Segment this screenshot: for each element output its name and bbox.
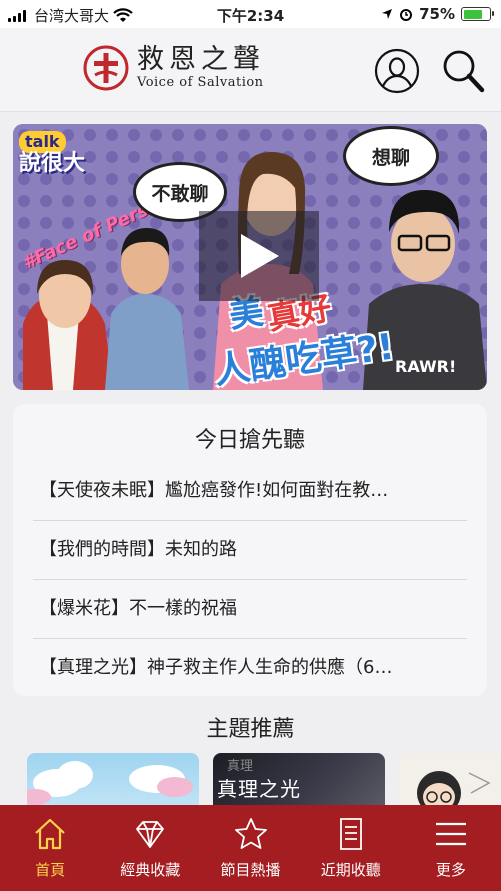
battery-percent: 75% — [419, 5, 455, 23]
search-button[interactable] — [440, 48, 486, 94]
cross-logo-icon — [83, 45, 129, 91]
home-icon — [35, 818, 65, 850]
today-heading: 今日搶先聽 — [194, 428, 305, 453]
menu-icon — [435, 822, 466, 846]
today-first-listen-card: 今日搶先聽 【天使夜未眠】尷尬癌發作!如何面對在教… 【我們的時間】未知的路 【… — [13, 404, 487, 696]
topic-card[interactable] — [27, 753, 199, 805]
today-list: 【天使夜未眠】尷尬癌發作!如何面對在教… 【我們的時間】未知的路 【爆米花】不一… — [33, 462, 467, 698]
play-button[interactable] — [199, 211, 319, 301]
tab-label: 更多 — [435, 861, 466, 879]
status-bar: 台湾大哥大 下午2:34 75% — [0, 0, 501, 28]
search-icon — [443, 50, 485, 93]
tab-more[interactable]: 更多 — [401, 805, 501, 891]
tab-recent[interactable]: 近期收聽 — [301, 805, 401, 891]
list-item[interactable]: 【我們的時間】未知的路 — [33, 521, 467, 580]
status-right: 75% — [381, 5, 494, 23]
topics-heading: 主題推薦 — [206, 717, 295, 742]
list-document-icon — [339, 818, 362, 850]
topic-card[interactable] — [399, 753, 501, 805]
user-icon — [374, 48, 420, 94]
topic-card-subtitle: 真理 — [227, 759, 254, 774]
tab-classics[interactable]: 經典收藏 — [100, 805, 200, 891]
battery-fill — [463, 9, 483, 19]
location-icon — [382, 9, 393, 19]
app-title-zh: 救恩之聲 — [137, 44, 265, 75]
list-item[interactable]: 【天使夜未眠】尷尬癌發作!如何面對在教… — [33, 462, 467, 521]
tab-label: 經典收藏 — [120, 861, 181, 879]
tab-label: 首頁 — [35, 861, 66, 879]
program-brand: talk 說很大 — [19, 130, 85, 175]
play-icon — [241, 234, 279, 278]
tab-hot-programs[interactable]: 節目熱播 — [200, 805, 300, 891]
app-logo[interactable]: 救恩之聲 Voice of Salvation — [83, 45, 265, 91]
brand-talk-label: talk — [19, 131, 66, 153]
list-item[interactable]: 【爆米花】不一樣的祝福 — [33, 580, 467, 639]
tab-label: 近期收聽 — [320, 861, 381, 879]
alarm-icon — [400, 9, 413, 21]
speech-bubble-right: 想聊 — [343, 126, 439, 186]
logo-text: 救恩之聲 Voice of Salvation — [137, 45, 265, 91]
clouds-artwork — [27, 761, 193, 805]
app-title-en: Voice of Salvation — [137, 75, 264, 90]
brand-main-label: 說很大 — [19, 151, 86, 176]
diamond-icon — [136, 821, 165, 848]
featured-video-banner[interactable]: RAWR! talk 說很大 #Face of Personality 不敢聊 … — [13, 124, 487, 390]
tab-home[interactable]: 首頁 — [0, 805, 100, 891]
star-icon — [234, 818, 267, 849]
profile-button[interactable] — [374, 48, 420, 94]
tab-label: 節目熱播 — [220, 861, 281, 879]
app-header: 救恩之聲 Voice of Salvation — [0, 28, 501, 112]
list-item[interactable]: 【真理之光】神子救主作人生命的供應（6… — [33, 639, 467, 698]
cartoon-artwork — [417, 771, 491, 805]
bottom-tab-bar: 首頁 經典收藏 節目熱播 近期收聽 更多 — [0, 805, 501, 891]
topic-card-title: 真理之光 — [217, 777, 301, 801]
battery-icon — [461, 7, 494, 21]
topic-card[interactable]: 真理 真理之光 — [213, 753, 385, 805]
